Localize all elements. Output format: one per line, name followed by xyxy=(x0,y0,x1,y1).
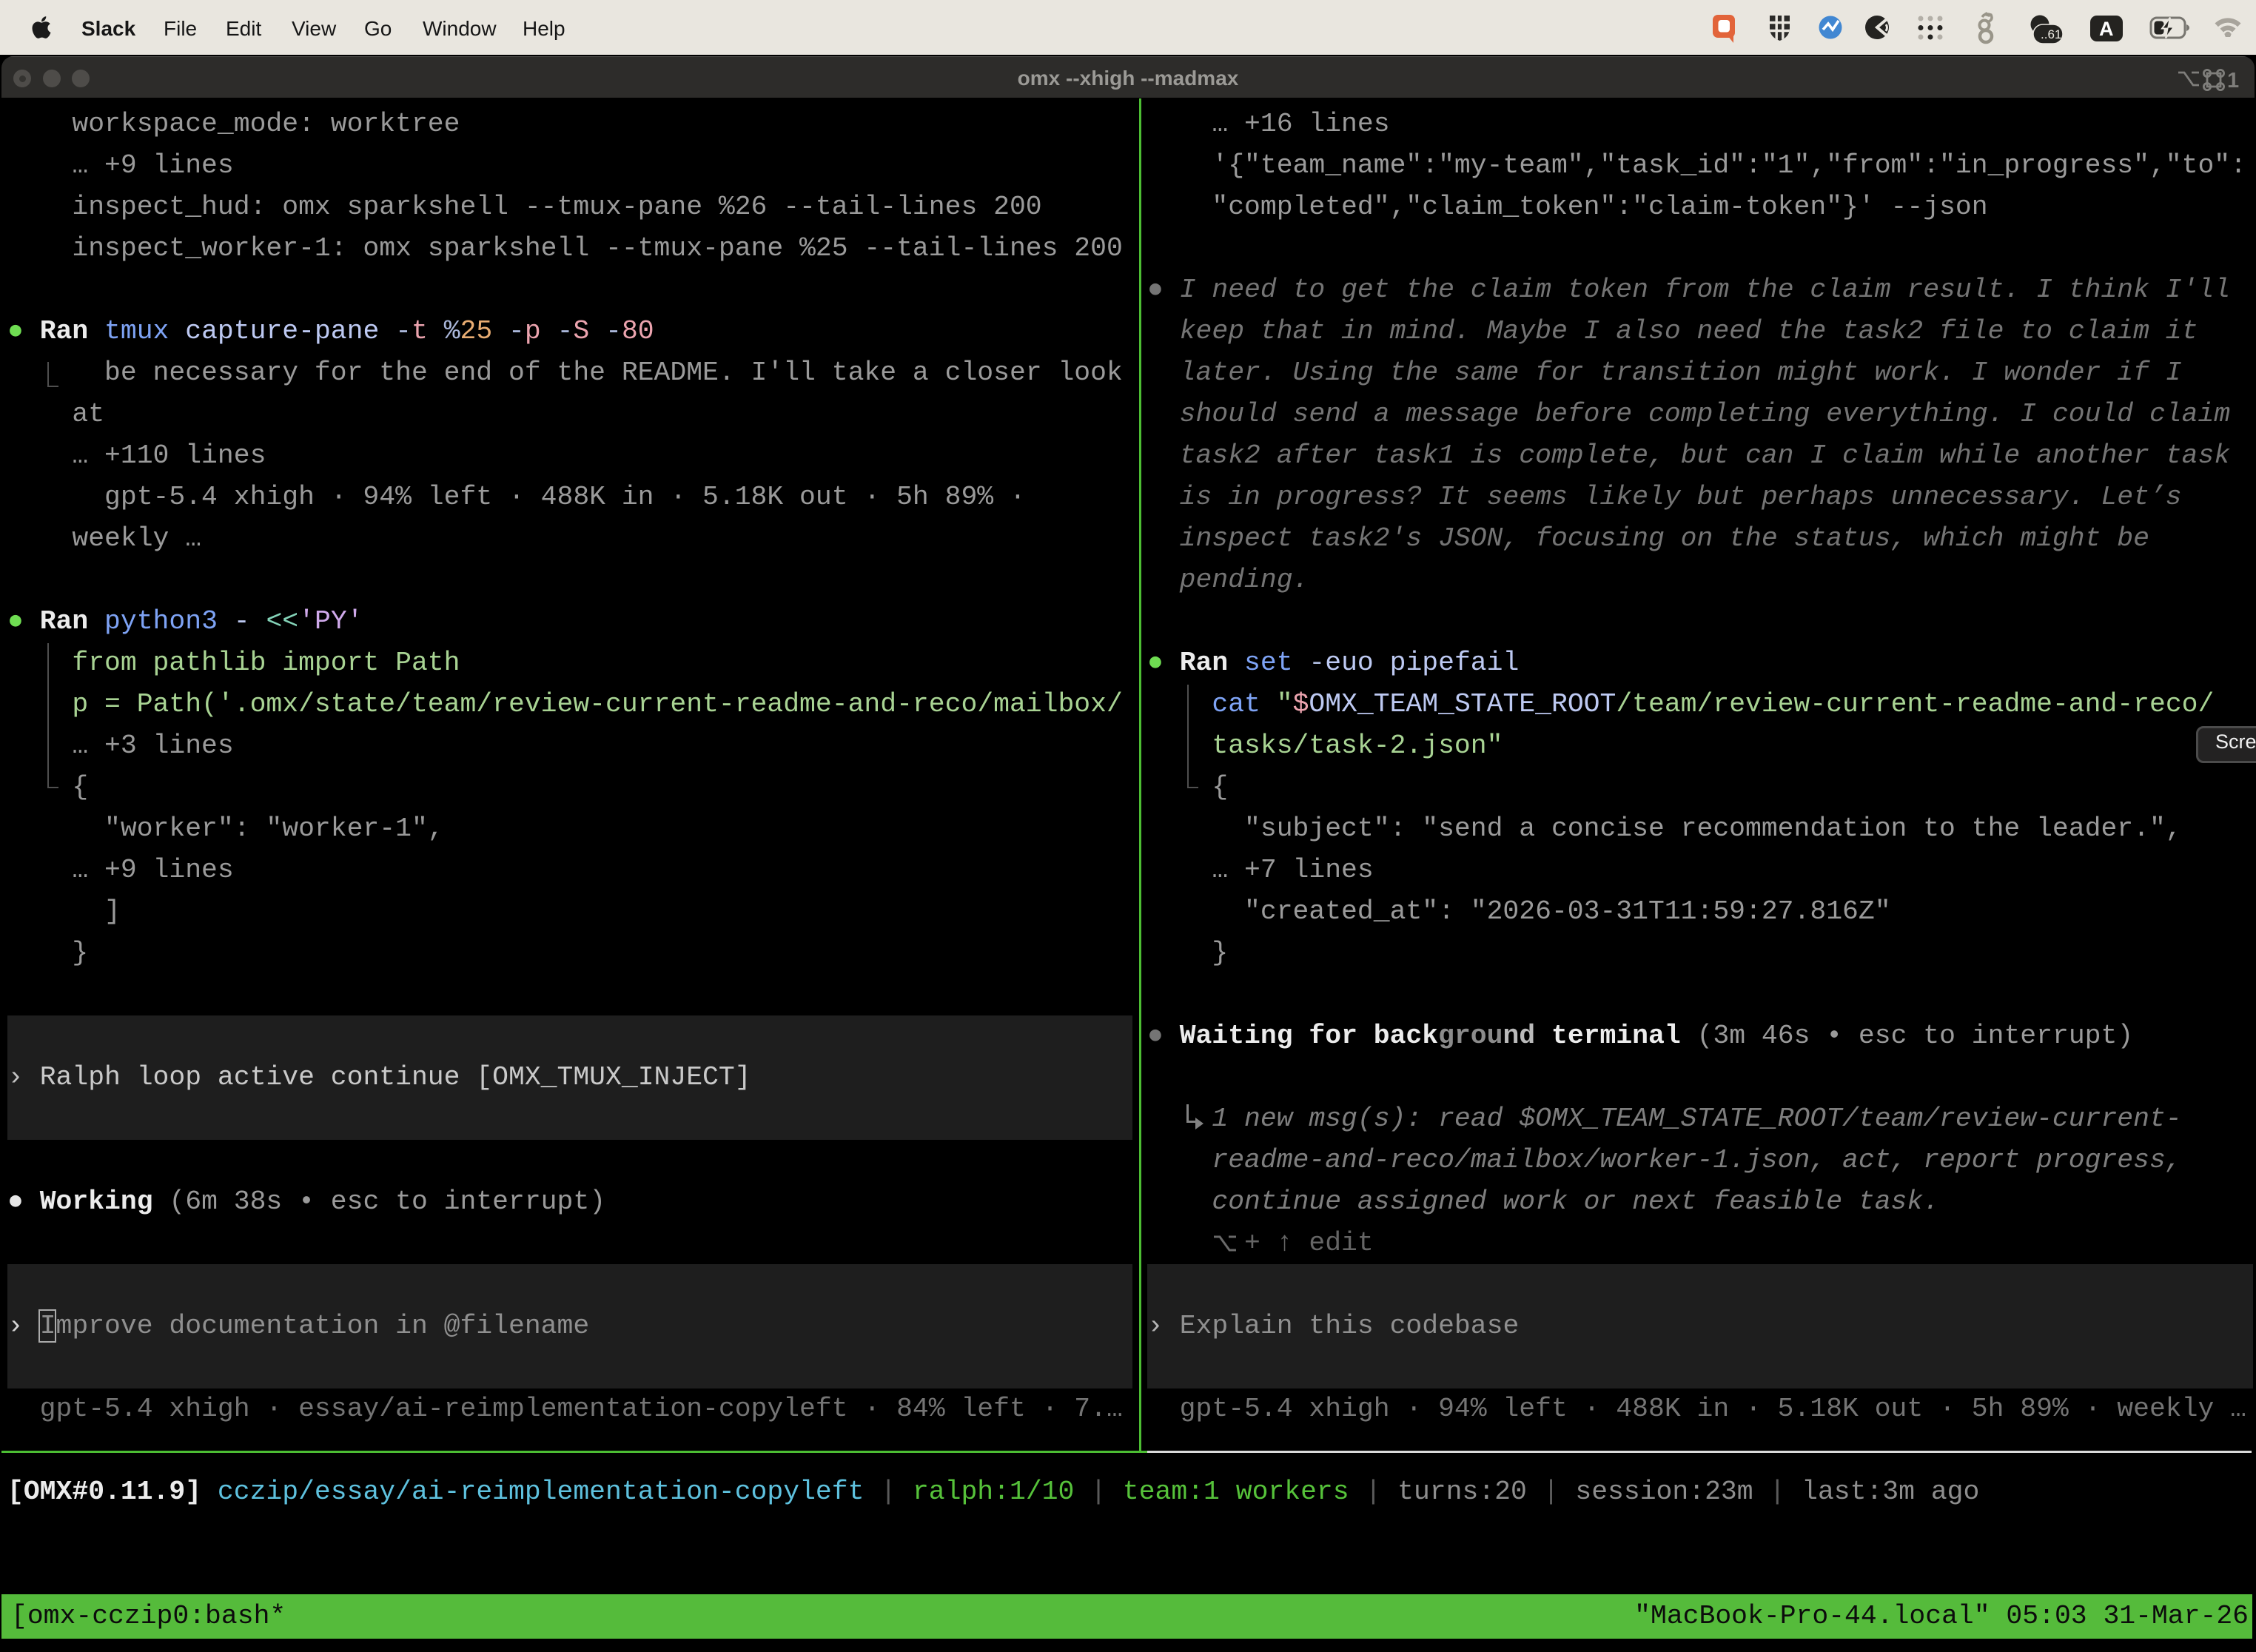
svg-text:A: A xyxy=(2099,18,2114,40)
svg-text:..61: ..61 xyxy=(2041,27,2061,41)
